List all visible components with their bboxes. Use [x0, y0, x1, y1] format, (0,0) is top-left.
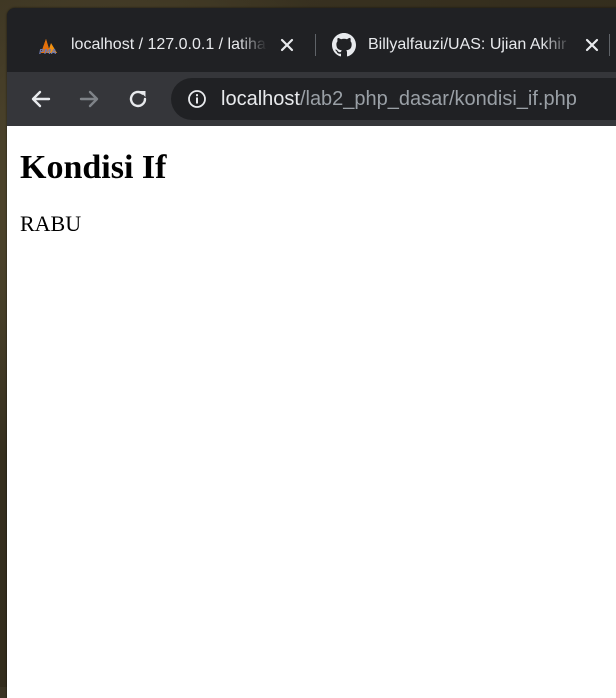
- arrow-right-icon: [79, 90, 99, 108]
- url-host: localhost: [221, 87, 300, 110]
- tab-github[interactable]: Billyalfauzi/UAS: Ujian Akhir Semester: [332, 30, 612, 60]
- tab-strip: PMA localhost / 127.0.0.1 / latihan Bill…: [7, 8, 616, 72]
- tab-separator: [315, 34, 316, 56]
- reload-icon: [129, 90, 147, 108]
- url-path: /lab2_php_dasar/kondisi_if.php: [299, 87, 577, 110]
- page-heading: Kondisi If: [20, 149, 167, 186]
- url-text[interactable]: localhost/lab2_php_dasar/kondisi_if.php: [221, 88, 577, 111]
- browser-toolbar: localhost/lab2_php_dasar/kondisi_if.php: [7, 72, 616, 126]
- page-text: RABU: [20, 211, 82, 236]
- tab-phpmyadmin[interactable]: PMA localhost / 127.0.0.1 / latihan: [37, 30, 307, 60]
- svg-text:PMA: PMA: [39, 48, 57, 55]
- forward-button[interactable]: [75, 85, 103, 113]
- close-icon[interactable]: [580, 33, 604, 57]
- tab-title: Billyalfauzi/UAS: Ujian Akhir Semester: [368, 36, 572, 53]
- back-button[interactable]: [27, 85, 55, 113]
- arrow-left-icon: [31, 90, 51, 108]
- reload-button[interactable]: [124, 85, 152, 113]
- page-viewport: Kondisi If RABU: [7, 126, 616, 698]
- github-icon: [332, 33, 356, 57]
- close-icon[interactable]: [275, 33, 299, 57]
- tab-title: localhost / 127.0.0.1 / latihan: [71, 36, 267, 53]
- address-bar[interactable]: localhost/lab2_php_dasar/kondisi_if.php: [171, 78, 616, 120]
- info-icon[interactable]: [185, 87, 209, 111]
- tab-separator: [609, 34, 610, 56]
- browser-window: PMA localhost / 127.0.0.1 / latihan Bill…: [7, 8, 616, 698]
- phpmyadmin-icon: PMA: [37, 33, 61, 57]
